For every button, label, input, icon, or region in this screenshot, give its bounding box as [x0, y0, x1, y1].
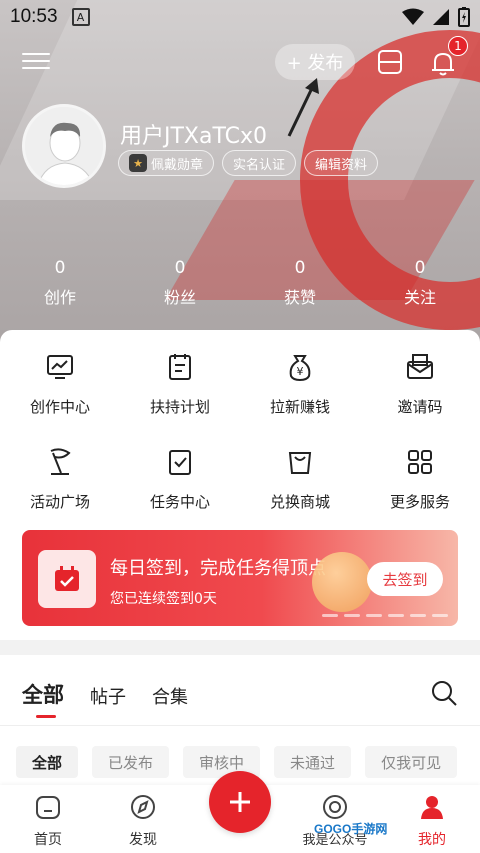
money-bag-icon: ¥: [289, 355, 311, 382]
service-support-plan[interactable]: 扶持计划: [120, 352, 240, 417]
service-label: 邀请码: [397, 398, 443, 416]
nav-label: 我的: [418, 832, 446, 848]
banner-dots: [322, 614, 448, 617]
grid-icon: [408, 450, 432, 474]
invite-mail-icon: [407, 354, 433, 379]
chip-private[interactable]: 仅我可见: [365, 746, 458, 778]
chip-all[interactable]: 全部: [16, 746, 79, 778]
tab-collections[interactable]: 合集: [152, 683, 188, 709]
profile-stats: 0 创作 0 粉丝 0 获赞 0 关注: [0, 258, 480, 308]
watermark-logo: GOGO手游网: [314, 822, 388, 836]
nav-label: 首页: [34, 832, 62, 848]
username: 用户JTXaTCx0: [120, 124, 268, 149]
monitor-chart-icon: [47, 355, 73, 379]
stat-label: 获赞: [283, 288, 316, 307]
content-tabs: 全部 帖子 合集: [22, 679, 188, 718]
clipboard-icon: [169, 354, 191, 380]
stat-label: 创作: [43, 288, 76, 307]
stat-value: 0: [414, 258, 426, 278]
services-card: 创作中心 扶持计划 ¥ 拉新赚钱 邀请码 活动广场 任务中心 兑换商城 更多服务: [0, 330, 480, 640]
tab-all[interactable]: 全部: [22, 679, 64, 718]
real-name-tag[interactable]: 实名认证: [222, 150, 297, 176]
service-more[interactable]: 更多服务: [360, 447, 480, 512]
service-label: 活动广场: [29, 493, 90, 511]
stat-creations[interactable]: 0 创作: [0, 258, 120, 308]
service-activity-plaza[interactable]: 活动广场: [0, 447, 120, 512]
service-referral-earn[interactable]: ¥ 拉新赚钱: [240, 352, 360, 417]
calendar-icon: [38, 550, 96, 608]
nav-discover[interactable]: 发现: [108, 793, 178, 849]
stat-following[interactable]: 0 关注: [360, 258, 480, 308]
chip-published[interactable]: 已发布: [92, 746, 170, 778]
stat-likes[interactable]: 0 获赞: [240, 258, 360, 308]
battery-icon: [458, 7, 470, 27]
compass-icon: [131, 795, 155, 819]
signin-banner[interactable]: 每日签到，完成任务得顶点 您已连续签到0天 去签到: [22, 530, 458, 626]
publish-button[interactable]: + 发布: [275, 44, 355, 80]
scan-icon[interactable]: [376, 48, 404, 76]
edit-profile-tag[interactable]: 编辑资料: [304, 150, 379, 176]
service-label: 兑换商城: [269, 493, 330, 511]
service-exchange-mall[interactable]: 兑换商城: [240, 447, 360, 512]
nav-home[interactable]: 首页: [13, 793, 83, 849]
coin-icon: [312, 552, 372, 612]
signin-button[interactable]: 去签到: [367, 562, 443, 596]
signin-title: 每日签到，完成任务得顶点: [110, 558, 326, 579]
service-label: 创作中心: [29, 398, 90, 416]
status-time: 10:53: [10, 6, 58, 27]
notification-a-icon: A: [71, 8, 90, 26]
medal-icon: ★: [129, 154, 147, 172]
tab-posts[interactable]: 帖子: [90, 683, 126, 709]
chip-rejected[interactable]: 未通过: [274, 746, 352, 778]
service-label: 拉新赚钱: [269, 398, 330, 416]
status-bar: 10:53 A: [0, 0, 480, 34]
stat-label: 关注: [403, 288, 436, 307]
wifi-icon: [402, 8, 424, 25]
services-grid: 创作中心 扶持计划 ¥ 拉新赚钱 邀请码 活动广场 任务中心 兑换商城 更多服务: [0, 352, 480, 512]
publish-label: + 发布: [286, 53, 344, 74]
stat-label: 粉丝: [163, 288, 196, 307]
stat-value: 0: [294, 258, 306, 278]
service-label: 扶持计划: [149, 398, 210, 416]
create-post-button[interactable]: [209, 771, 271, 833]
shopping-bag-icon: [288, 452, 312, 474]
home-icon: [36, 796, 60, 819]
svg-text:¥: ¥: [297, 365, 304, 378]
stat-value: 0: [174, 258, 186, 278]
menu-icon[interactable]: [22, 48, 50, 76]
plus-icon: [230, 792, 250, 812]
flag-icon: [50, 448, 71, 475]
avatar[interactable]: [22, 104, 106, 188]
stat-fans[interactable]: 0 粉丝: [120, 258, 240, 308]
service-invite-code[interactable]: 邀请码: [360, 352, 480, 417]
service-label: 任务中心: [149, 493, 210, 511]
search-icon[interactable]: [430, 679, 458, 707]
nav-mine[interactable]: 我的: [397, 793, 467, 849]
annotation-arrow-icon: [287, 78, 319, 137]
service-creation-center[interactable]: 创作中心: [0, 352, 120, 417]
notification-badge: 1: [448, 36, 468, 56]
wear-medal-tag[interactable]: ★ 佩戴勋章: [118, 150, 215, 176]
at-icon: [323, 795, 347, 819]
profile-tags: ★ 佩戴勋章 实名认证 编辑资料: [118, 150, 379, 176]
signal-icon: [433, 9, 449, 25]
service-task-center[interactable]: 任务中心: [120, 447, 240, 512]
top-toolbar: + 发布 1: [0, 36, 480, 84]
signin-subtitle: 您已连续签到0天: [110, 591, 217, 607]
service-label: 更多服务: [389, 493, 450, 511]
nav-label: 发现: [129, 832, 157, 848]
tag-label: 实名认证: [233, 157, 286, 173]
stat-value: 0: [54, 258, 66, 278]
divider: [0, 725, 480, 726]
task-check-icon: [169, 450, 191, 475]
tag-label: 佩戴勋章: [151, 157, 204, 173]
person-icon: [421, 796, 443, 819]
tag-label: 编辑资料: [315, 157, 368, 173]
